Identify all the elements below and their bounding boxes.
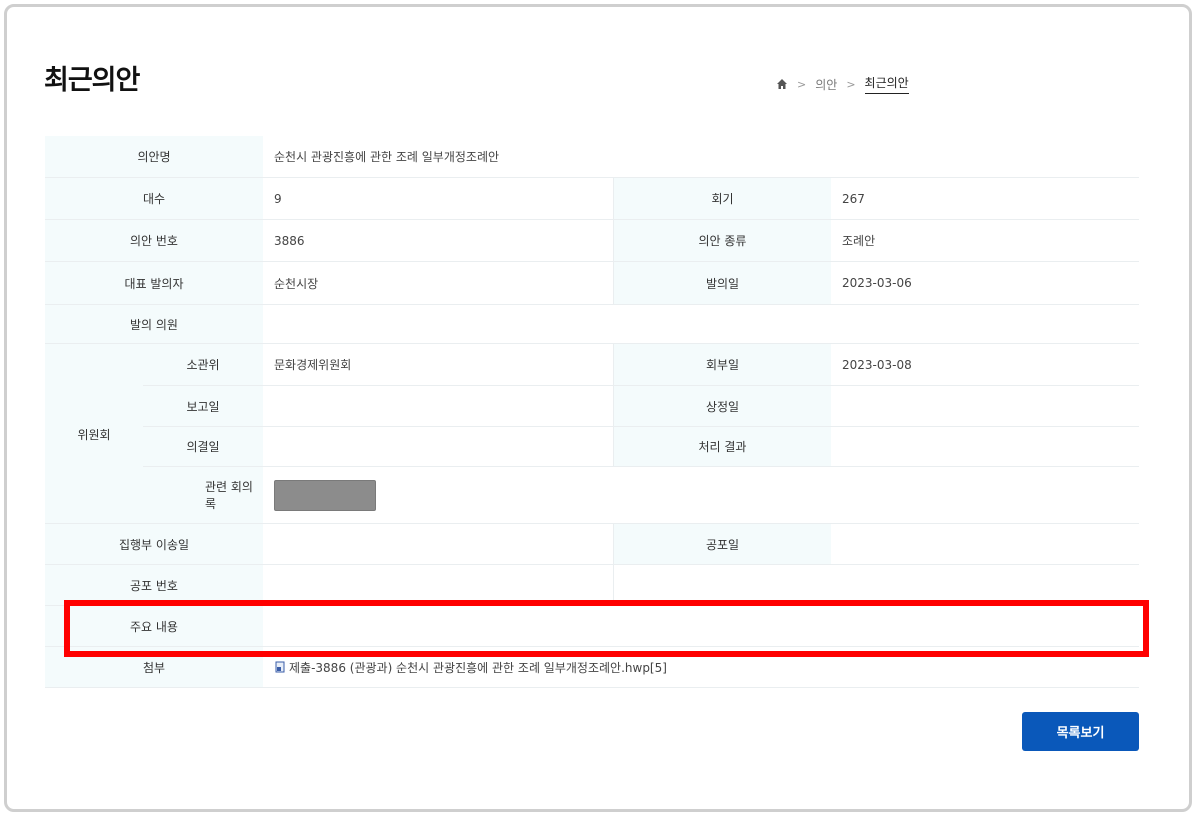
breadcrumb-item-recent-bills[interactable]: 최근의안 bbox=[864, 74, 909, 94]
session-value: 9 bbox=[263, 178, 613, 219]
report-date-label: 보고일 bbox=[143, 386, 263, 426]
committee-name-value: 문화경제위원회 bbox=[263, 344, 613, 385]
list-button[interactable]: 목록보기 bbox=[1022, 712, 1139, 751]
hwp-file-icon bbox=[274, 661, 286, 673]
highlight-box bbox=[64, 600, 1149, 657]
table-row: 보고일 상정일 bbox=[143, 386, 1139, 427]
table-row: 집행부 이송일 공포일 bbox=[45, 524, 1139, 565]
report-date-value bbox=[263, 386, 613, 426]
breadcrumb-item-bill[interactable]: 의안 bbox=[815, 76, 837, 93]
related-minutes-label: 관련 회의록 bbox=[45, 467, 263, 523]
resolution-date-label: 의결일 bbox=[143, 427, 263, 466]
related-minutes-text: 관련 회의록 bbox=[205, 480, 253, 511]
transfer-date-label: 집행부 이송일 bbox=[45, 524, 263, 564]
table-row: 의안명 순천시 관광진흥에 관한 조례 일부개정조례안 bbox=[45, 136, 1139, 178]
result-value bbox=[831, 427, 1139, 466]
minutes-link-button[interactable] bbox=[274, 479, 376, 511]
transfer-date-value bbox=[263, 524, 613, 564]
table-row: 발의 의원 bbox=[45, 305, 1139, 344]
members-label: 발의 의원 bbox=[45, 305, 263, 343]
empty-cell bbox=[613, 565, 1139, 605]
referral-date-label: 회부일 bbox=[613, 344, 831, 385]
session-label: 대수 bbox=[45, 178, 263, 219]
attachment-filename[interactable]: 제출-3886 (관광과) 순천시 관광진흥에 관한 조례 일부개정조례안.hw… bbox=[289, 659, 667, 676]
table-row: 소관위 문화경제위원회 회부일 2023-03-08 bbox=[143, 344, 1139, 386]
promulgation-date-value bbox=[831, 524, 1139, 564]
table-row: 의안 번호 3886 의안 종류 조례안 bbox=[45, 220, 1139, 262]
proposal-date-value: 2023-03-06 bbox=[831, 262, 1139, 304]
breadcrumb: > 의안 > 최근의안 bbox=[776, 74, 909, 94]
proposer-label: 대표 발의자 bbox=[45, 262, 263, 304]
table-row: 관련 회의록 bbox=[45, 467, 1139, 524]
committee-name-label: 소관위 bbox=[143, 344, 263, 385]
submission-date-label: 상정일 bbox=[613, 386, 831, 426]
promulgation-number-value bbox=[263, 565, 613, 605]
page-title: 최근의안 bbox=[44, 65, 140, 96]
table-row: 대표 발의자 순천시장 발의일 2023-03-06 bbox=[45, 262, 1139, 305]
breadcrumb-separator-icon: > bbox=[846, 77, 856, 91]
bill-type-label: 의안 종류 bbox=[613, 220, 831, 261]
proposer-value: 순천시장 bbox=[263, 262, 613, 304]
home-icon[interactable] bbox=[776, 78, 788, 90]
proposal-date-label: 발의일 bbox=[613, 262, 831, 304]
promulgation-number-label: 공포 번호 bbox=[45, 565, 263, 605]
bill-number-value: 3886 bbox=[263, 220, 613, 261]
bill-number-label: 의안 번호 bbox=[45, 220, 263, 261]
bill-name-label: 의안명 bbox=[45, 136, 263, 177]
bill-type-value: 조례안 bbox=[831, 220, 1139, 261]
submission-date-value bbox=[831, 386, 1139, 426]
table-row: 의결일 처리 결과 bbox=[143, 427, 1139, 467]
resolution-date-value bbox=[263, 427, 613, 466]
members-value bbox=[263, 305, 1139, 343]
attachment-link[interactable]: 제출-3886 (관광과) 순천시 관광진흥에 관한 조례 일부개정조례안.hw… bbox=[274, 659, 667, 676]
table-row: 대수 9 회기 267 bbox=[45, 178, 1139, 220]
promulgation-date-label: 공포일 bbox=[613, 524, 831, 564]
breadcrumb-separator-icon: > bbox=[797, 77, 807, 91]
referral-date-value: 2023-03-08 bbox=[831, 344, 1139, 385]
related-minutes-value bbox=[263, 467, 1139, 523]
meeting-value: 267 bbox=[831, 178, 1139, 219]
result-label: 처리 결과 bbox=[613, 427, 831, 466]
bill-name-value: 순천시 관광진흥에 관한 조례 일부개정조례안 bbox=[263, 136, 1139, 177]
meeting-label: 회기 bbox=[613, 178, 831, 219]
